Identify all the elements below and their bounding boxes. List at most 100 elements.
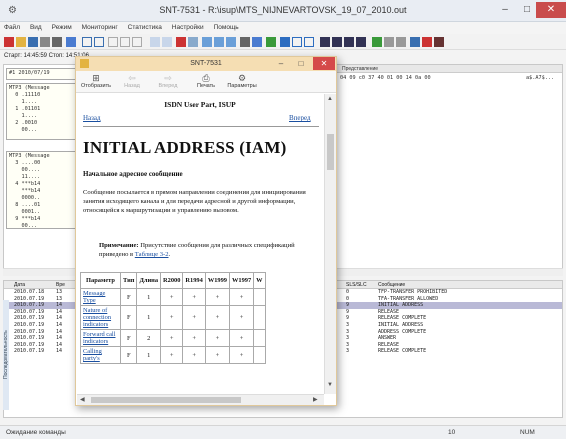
cell-sls: 3 — [346, 328, 350, 335]
back-button[interactable]: ⇦ Назад — [112, 73, 152, 89]
mtp3-message-box[interactable]: MTP3 (Message 0 .11110 1.... 1 .01101 1.… — [6, 83, 78, 140]
copy-icon[interactable] — [40, 37, 50, 47]
help-vertical-scrollbar[interactable]: ▲ ▼ — [324, 94, 336, 394]
col-date[interactable]: Дата — [14, 281, 25, 289]
scroll-right-icon[interactable]: ▶ — [313, 396, 318, 403]
play-icon[interactable] — [372, 37, 382, 47]
users-icon[interactable] — [434, 37, 444, 47]
view-4-icon[interactable] — [120, 37, 130, 47]
menu-file[interactable]: Файл — [0, 22, 24, 34]
stop-icon[interactable] — [396, 37, 406, 47]
flag-3-icon[interactable] — [226, 37, 236, 47]
cell-date: 2010.07.19 — [14, 328, 45, 335]
delete-icon[interactable] — [4, 37, 14, 47]
forward-link[interactable]: Вперед — [289, 114, 311, 122]
help-minimize-button[interactable]: – — [272, 57, 290, 70]
view-3-icon[interactable] — [108, 37, 118, 47]
panel-3-icon[interactable] — [304, 37, 314, 47]
rewind-icon[interactable] — [320, 37, 330, 47]
page-title: INITIAL ADDRESS (IAM) — [83, 138, 287, 157]
save-icon[interactable] — [28, 37, 38, 47]
sort-icon[interactable] — [150, 37, 160, 47]
col-message[interactable]: Сообщение — [378, 281, 405, 289]
menu-monitoring[interactable]: Мониторинг — [78, 22, 122, 34]
th-r1994: R1994 — [182, 272, 206, 289]
menu-help[interactable]: Помощь — [210, 22, 243, 34]
window-title: SNT-7531 - R:\isup\MTS_NIJNEVARTOVSK_19_… — [159, 5, 407, 15]
forward-label: Вперед — [158, 83, 178, 89]
scroll-down-icon[interactable]: ▼ — [327, 382, 333, 388]
param-link[interactable]: Forward call indicators — [80, 329, 121, 347]
options-button[interactable]: ⚙ Параметры — [222, 73, 262, 89]
menu-settings[interactable]: Настройки — [168, 22, 208, 34]
message-header-box[interactable]: #1 2010/07/19 — [6, 68, 78, 80]
scroll-thumb[interactable] — [327, 134, 334, 170]
help-title-bar: SNT-7531 – □ ✕ — [76, 57, 336, 71]
fast-forward-icon[interactable] — [356, 37, 366, 47]
hex-dump: 04 09 c0 37 40 01 00 14 0a 00 — [340, 75, 431, 81]
flag-1-icon[interactable] — [202, 37, 212, 47]
maximize-button[interactable]: □ — [516, 2, 538, 18]
help-content[interactable]: ISDN User Part, ISUP Назад Вперед INITIA… — [77, 94, 323, 394]
help-icon[interactable] — [66, 37, 76, 47]
step-back-icon[interactable] — [332, 37, 342, 47]
menu-statistics[interactable]: Статистика — [124, 22, 166, 34]
menu-view[interactable]: Вид — [26, 22, 46, 34]
param-support: + — [228, 346, 255, 364]
back-link[interactable]: Назад — [83, 114, 101, 122]
topic-subject: ISDN User Part, ISUP — [164, 100, 236, 109]
th-param: Параметр — [80, 272, 121, 289]
print-button[interactable]: ⎙ Печать — [186, 73, 226, 89]
pause-icon[interactable] — [384, 37, 394, 47]
back-icon: ⇦ — [128, 73, 136, 83]
magnifier-icon[interactable] — [410, 37, 420, 47]
print-label: Печать — [196, 83, 216, 89]
table-link[interactable]: Таблице 3-2 — [135, 251, 169, 258]
help-maximize-button[interactable]: □ — [292, 57, 310, 70]
minimize-button[interactable]: – — [494, 2, 516, 18]
param-link[interactable]: Calling party's — [80, 346, 121, 364]
check-icon[interactable] — [266, 37, 276, 47]
help-close-button[interactable]: ✕ — [313, 57, 335, 70]
th-type: Тип — [119, 272, 138, 289]
sort-az-icon[interactable] — [240, 37, 250, 47]
sequence-side-tab[interactable]: Последовательность — [3, 300, 9, 410]
param-link[interactable]: Nature of connection indicators — [80, 305, 121, 330]
divider — [83, 126, 319, 127]
panel-1-icon[interactable] — [280, 37, 290, 47]
col-sls[interactable]: SLS/SLC — [346, 281, 367, 289]
printer-icon: ⎙ — [202, 73, 210, 83]
th-w1999: W1999 — [204, 272, 231, 289]
find-icon[interactable] — [176, 37, 186, 47]
step-forward-icon[interactable] — [344, 37, 354, 47]
cell-sls: 0 — [346, 289, 350, 295]
help-horizontal-scrollbar[interactable]: ◀ ▶ — [77, 394, 324, 405]
param-support: + — [228, 288, 255, 306]
col-time[interactable]: Вре — [56, 281, 65, 289]
cell-date: 2010.07.19 — [14, 335, 45, 342]
hscroll-thumb[interactable] — [91, 397, 241, 403]
search-icon[interactable] — [188, 37, 198, 47]
representation-pane[interactable]: Представление 04 09 c0 37 40 01 00 14 0a… — [335, 64, 563, 276]
param-link[interactable]: Message Type — [80, 288, 121, 306]
scroll-left-icon[interactable]: ◀ — [80, 396, 85, 403]
tools-icon[interactable] — [422, 37, 432, 47]
open-folder-icon[interactable] — [16, 37, 26, 47]
scroll-up-icon[interactable]: ▲ — [327, 96, 333, 102]
menu-mode[interactable]: Режим — [48, 22, 76, 34]
view-5-icon[interactable] — [132, 37, 142, 47]
param-row: Nature of connection indicators F 1 + + + + — [80, 305, 266, 330]
view-1-icon[interactable] — [82, 37, 92, 47]
show-button[interactable]: ⊞ Отобразить — [76, 73, 116, 89]
print-icon[interactable] — [52, 37, 62, 47]
panel-2-icon[interactable] — [292, 37, 302, 47]
mtp3-message-box-2[interactable]: MTP3 (Message 3 ....00 00.... 11.... 4 *… — [6, 151, 78, 229]
param-support: + — [182, 288, 206, 306]
filter-icon[interactable] — [162, 37, 172, 47]
view-2-icon[interactable] — [94, 37, 104, 47]
chart-icon[interactable] — [252, 37, 262, 47]
forward-button[interactable]: ⇨ Вперед — [148, 73, 188, 89]
help-toolbar: ⊞ Отобразить ⇦ Назад ⇨ Вперед ⎙ Печать ⚙… — [76, 71, 336, 93]
flag-2-icon[interactable] — [214, 37, 224, 47]
close-button[interactable]: ✕ — [536, 2, 566, 18]
